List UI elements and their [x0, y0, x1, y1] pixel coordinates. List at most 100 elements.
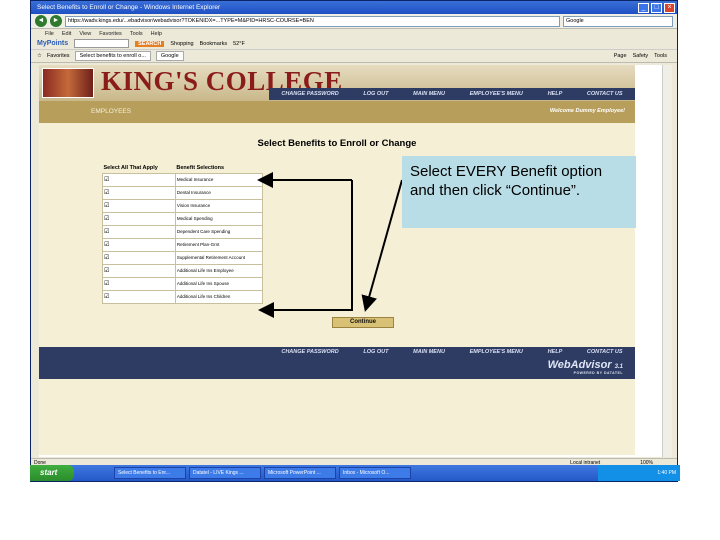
benefit-label: Additional Life Ins Employee: [174, 263, 264, 278]
webadvisor-powered: POWERED BY DATATEL: [573, 371, 623, 375]
benefit-label: Medical Spending: [174, 211, 264, 226]
benefit-checkbox[interactable]: ☑: [102, 276, 176, 291]
webadvisor-logo: WebAdvisor 3.1 POWERED BY DATATEL: [548, 359, 623, 375]
benefit-checkbox[interactable]: ☑: [102, 250, 176, 265]
address-bar-row: ◄ ► https://wadv.kings.edu/...ebadvisor/…: [31, 14, 677, 29]
safety-menu[interactable]: Safety: [633, 53, 649, 59]
col-benefit: Benefit Selections: [176, 164, 225, 171]
benefit-label: Vision Insurance: [174, 198, 264, 213]
minimize-button[interactable]: _: [638, 2, 649, 13]
top-nav: CHANGE PASSWORD LOG OUT MAIN MENU EMPLOY…: [269, 88, 635, 100]
table-row: ☑ Dependent Care Spending: [102, 224, 264, 239]
maximize-button[interactable]: □: [651, 2, 662, 13]
toolbar-search-input[interactable]: [74, 39, 130, 48]
nav-contact-us[interactable]: CONTACT US: [587, 91, 623, 97]
benefit-label: Dependent Care Spending: [174, 224, 264, 239]
command-bar: Page Safety Tools: [614, 53, 677, 59]
benefit-checkbox[interactable]: ☑: [102, 289, 176, 304]
mypoints-logo: MyPoints: [37, 40, 69, 47]
title-bar: Select Benefits to Enroll or Change - Wi…: [31, 1, 677, 14]
footer-employees-menu[interactable]: EMPLOYEE'S MENU: [470, 349, 523, 355]
col-select: Select All That Apply: [103, 164, 158, 171]
welcome-text: Welcome Dummy Employee!: [549, 108, 625, 114]
section-bar: EMPLOYEES Welcome Dummy Employee!: [39, 101, 635, 123]
menu-view[interactable]: View: [79, 31, 91, 37]
menu-edit[interactable]: Edit: [62, 31, 71, 37]
table-row: ☑ Dental Insurance: [102, 185, 264, 200]
browser-window: Select Benefits to Enroll or Change - Wi…: [30, 0, 678, 482]
toolbar-bookmarks[interactable]: Bookmarks: [200, 41, 228, 47]
benefit-label: Additional Life Ins Spouse: [174, 276, 264, 291]
benefits-table: Select All That Apply Benefit Selections…: [102, 163, 264, 304]
tools-menu[interactable]: Tools: [654, 53, 667, 59]
window-title: Select Benefits to Enroll or Change - Wi…: [37, 4, 221, 11]
footer-help[interactable]: HELP: [548, 349, 563, 355]
menu-favorites[interactable]: Favorites: [99, 31, 122, 37]
menu-tools[interactable]: Tools: [130, 31, 143, 37]
benefit-checkbox[interactable]: ☑: [102, 185, 176, 200]
search-input[interactable]: Google: [563, 15, 673, 27]
table-row: ☑ Additional Life Ins Children: [102, 289, 264, 304]
system-tray-clock: 1:40 PM: [598, 465, 680, 481]
page-menu[interactable]: Page: [614, 53, 627, 59]
nav-change-password[interactable]: CHANGE PASSWORD: [281, 91, 338, 97]
benefit-label: Additional Life Ins Children: [174, 289, 264, 304]
page-viewport: KING'S COLLEGE CHANGE PASSWORD LOG OUT M…: [39, 65, 669, 457]
task-ie[interactable]: Select Benefits to Enr...: [114, 467, 186, 479]
college-banner: KING'S COLLEGE CHANGE PASSWORD LOG OUT M…: [39, 65, 635, 101]
star-icon[interactable]: ☆: [37, 53, 42, 59]
benefit-checkbox[interactable]: ☑: [102, 237, 176, 252]
footer-contact-us[interactable]: CONTACT US: [587, 349, 623, 355]
table-row: ☑ Additional Life Ins Employee: [102, 263, 264, 278]
toolbar-shopping[interactable]: Shopping: [170, 41, 193, 47]
menu-help[interactable]: Help: [151, 31, 162, 37]
menu-bar: File Edit View Favorites Tools Help: [31, 29, 677, 38]
close-button[interactable]: ×: [664, 2, 675, 13]
mypoints-toolbar: MyPoints SEARCH Shopping Bookmarks 52°F: [31, 38, 677, 50]
footer-log-out[interactable]: LOG OUT: [363, 349, 388, 355]
instruction-callout: Select EVERY Benefit option and then cli…: [402, 156, 636, 228]
benefit-checkbox[interactable]: ☑: [102, 198, 176, 213]
quick-launch: [74, 465, 114, 481]
windows-taskbar: start Select Benefits to Enr... Datatel …: [30, 465, 680, 481]
task-outlook[interactable]: Inbox - Microsoft O...: [339, 467, 411, 479]
section-title: EMPLOYEES: [91, 108, 132, 115]
start-button[interactable]: start: [30, 465, 74, 481]
benefit-checkbox[interactable]: ☑: [102, 172, 176, 187]
benefit-checkbox[interactable]: ☑: [102, 224, 176, 239]
benefit-label: Dental Insurance: [174, 185, 264, 200]
continue-button[interactable]: Continue: [332, 317, 394, 328]
benefit-checkbox[interactable]: ☑: [102, 211, 176, 226]
table-row: ☑ Retirement Plan-Grnt: [102, 237, 264, 252]
task-powerpoint[interactable]: Microsoft PowerPoint ...: [264, 467, 336, 479]
table-row: ☑ Supplemental Retirement Account: [102, 250, 264, 265]
url-input[interactable]: https://wadv.kings.edu/...ebadvisor/weba…: [65, 15, 560, 27]
nav-log-out[interactable]: LOG OUT: [363, 91, 388, 97]
webadvisor-name: WebAdvisor: [547, 359, 612, 371]
nav-employees-menu[interactable]: EMPLOYEE'S MENU: [470, 91, 523, 97]
task-datatel[interactable]: Datatel - LIVE Kings ...: [189, 467, 261, 479]
menu-file[interactable]: File: [45, 31, 54, 37]
benefit-checkbox[interactable]: ☑: [102, 263, 176, 278]
footer-bar: CHANGE PASSWORD LOG OUT MAIN MENU EMPLOY…: [39, 347, 635, 379]
nav-main-menu[interactable]: MAIN MENU: [413, 91, 445, 97]
table-row: ☑ Additional Life Ins Spouse: [102, 276, 264, 291]
footer-change-password[interactable]: CHANGE PASSWORD: [281, 349, 338, 355]
footer-main-menu[interactable]: MAIN MENU: [413, 349, 445, 355]
toolbar-weather[interactable]: 52°F: [233, 41, 245, 47]
footer-nav: CHANGE PASSWORD LOG OUT MAIN MENU EMPLOY…: [269, 349, 635, 355]
favorites-bar: ☆ Favorites Select benefits to enroll o.…: [31, 50, 677, 63]
table-row: ☑ Medical Spending: [102, 211, 264, 226]
webadvisor-version: 3.1: [614, 364, 623, 370]
favorites-label[interactable]: Favorites: [47, 53, 70, 59]
nav-help[interactable]: HELP: [548, 91, 563, 97]
banner-photo: [42, 68, 94, 98]
tab-google[interactable]: Google: [155, 51, 184, 61]
tab-select-benefits[interactable]: Select benefits to enroll o...: [74, 51, 151, 61]
benefit-label: Retirement Plan-Grnt: [174, 237, 264, 252]
page-title: Select Benefits to Enroll or Change: [257, 138, 417, 149]
back-icon[interactable]: ◄: [35, 15, 47, 27]
forward-icon[interactable]: ►: [50, 15, 62, 27]
vertical-scrollbar[interactable]: [662, 65, 672, 457]
toolbar-search-button[interactable]: SEARCH: [135, 40, 165, 47]
